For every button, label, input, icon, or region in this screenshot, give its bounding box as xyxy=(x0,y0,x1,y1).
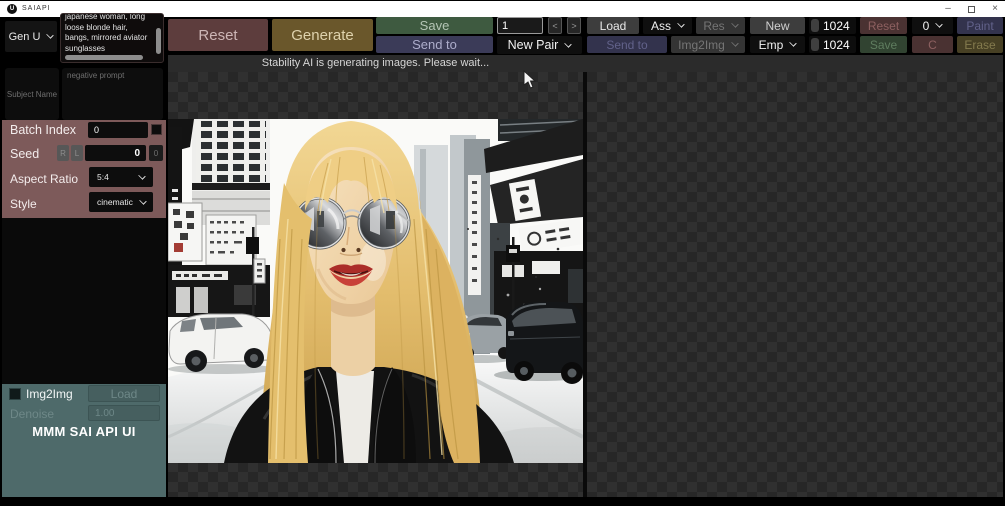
ass-label: Ass xyxy=(650,18,671,33)
seed-last-button[interactable]: L xyxy=(71,145,83,161)
load-button[interactable]: Load xyxy=(587,17,639,34)
new-button[interactable]: New xyxy=(750,17,805,34)
c-button[interactable]: C xyxy=(912,36,953,53)
send-to-2-button[interactable]: Send to xyxy=(587,36,667,53)
subject-name-placeholder: Subject Name xyxy=(6,89,58,99)
height-input[interactable]: 1024 xyxy=(809,36,856,53)
app-logo-icon: U xyxy=(7,4,17,14)
reset-2-button[interactable]: Reset xyxy=(860,17,907,34)
chevron-down-icon xyxy=(935,20,944,28)
gen-mode-label: Gen U xyxy=(8,30,41,43)
send-to-button[interactable]: Send to xyxy=(376,36,493,53)
new-pair-dropdown[interactable]: New Pair xyxy=(497,36,582,54)
style-dropdown[interactable]: cinematic xyxy=(89,192,153,212)
style-label: Style xyxy=(10,197,37,211)
width-input[interactable]: 1024 xyxy=(809,17,856,34)
close-button[interactable]: × xyxy=(985,1,1005,17)
status-message: Stability AI is generating images. Pleas… xyxy=(261,57,490,69)
settings-panel: Batch Index Seed R L 0 Aspect Ratio 5:4 … xyxy=(2,120,166,218)
batch-index-label: Batch Index xyxy=(10,123,77,137)
chevron-down-icon xyxy=(789,39,798,47)
chevron-down-icon xyxy=(677,20,685,28)
negative-prompt-input[interactable]: negative prompt xyxy=(62,68,163,120)
prev-image-button[interactable]: < xyxy=(548,17,562,34)
seed-aux-button[interactable]: 0 xyxy=(149,145,163,161)
canvas-right[interactable] xyxy=(587,72,1003,497)
aspect-ratio-dropdown[interactable]: 5:4 xyxy=(89,167,153,187)
batch-index-input[interactable] xyxy=(88,122,148,138)
img2img-load-button[interactable]: Load xyxy=(88,385,160,402)
seed-random-button[interactable]: R xyxy=(57,145,69,161)
emp-dropdown[interactable]: Emp xyxy=(750,36,805,53)
emp-label: Emp xyxy=(758,37,784,52)
zero-label: 0 xyxy=(922,18,930,33)
width-value: 1024 xyxy=(823,19,850,33)
gen-mode-dropdown[interactable]: Gen U xyxy=(5,21,57,52)
generate-button[interactable]: Generate xyxy=(272,19,373,51)
image-index-input[interactable] xyxy=(497,17,543,34)
aspect-ratio-value: 5:4 xyxy=(97,172,109,182)
new-pair-label: New Pair xyxy=(507,38,559,52)
img2img-label: Img2Img xyxy=(26,387,73,401)
img2img-panel: Img2Img Load Denoise MMM SAI API UI xyxy=(2,384,166,497)
mouse-cursor xyxy=(523,70,536,89)
res-dropdown[interactable]: Res xyxy=(696,17,745,34)
width-input-handle[interactable] xyxy=(811,19,819,32)
next-image-button[interactable]: > xyxy=(567,17,581,34)
denoise-input[interactable] xyxy=(88,405,160,421)
app-title: SAIAPI xyxy=(22,5,51,12)
img2img-checkbox[interactable] xyxy=(9,388,21,400)
res-label: Res xyxy=(703,18,725,33)
generated-image[interactable] xyxy=(128,119,618,475)
subject-name-input[interactable]: Subject Name xyxy=(5,68,59,120)
img2img-dd-label: Img2Img xyxy=(678,37,725,52)
denoise-label: Denoise xyxy=(10,407,55,421)
seed-input[interactable] xyxy=(85,145,146,161)
app-name-title: MMM SAI API UI xyxy=(32,424,136,439)
save-2-button[interactable]: Save xyxy=(860,36,907,53)
save-button[interactable]: Save xyxy=(376,17,493,34)
chevron-down-icon xyxy=(731,39,739,47)
chevron-down-icon xyxy=(564,39,573,48)
sidebar-spacer xyxy=(2,218,166,384)
prompt-hscrollbar[interactable] xyxy=(65,55,143,60)
chevron-down-icon xyxy=(46,31,55,39)
maximize-button[interactable] xyxy=(968,6,975,13)
erase-button[interactable]: Erase xyxy=(957,36,1003,53)
seed-label: Seed xyxy=(10,147,40,161)
style-value: cinematic xyxy=(97,197,133,207)
chevron-down-icon xyxy=(138,171,146,180)
ass-dropdown[interactable]: Ass xyxy=(643,17,692,34)
height-value: 1024 xyxy=(823,38,850,52)
height-input-handle[interactable] xyxy=(811,38,819,51)
img2img-dropdown[interactable]: Img2Img xyxy=(671,36,745,53)
negative-prompt-placeholder: negative prompt xyxy=(67,71,125,80)
status-bar: Stability AI is generating images. Pleas… xyxy=(168,55,1003,72)
prompt-text: japanese woman, long loose blonde hair, … xyxy=(65,13,148,53)
chevron-down-icon xyxy=(730,20,739,28)
generated-image-art xyxy=(128,119,618,475)
prompt-vscrollbar[interactable] xyxy=(156,28,161,54)
batch-index-checkbox[interactable] xyxy=(151,124,162,135)
minimize-button[interactable]: – xyxy=(938,1,958,17)
reset-button[interactable]: Reset xyxy=(168,19,268,51)
paint-button[interactable]: Paint xyxy=(957,17,1003,34)
chevron-down-icon xyxy=(139,196,147,205)
zero-dropdown[interactable]: 0 xyxy=(912,17,953,34)
prompt-input[interactable]: japanese woman, long loose blonde hair, … xyxy=(60,13,164,63)
aspect-ratio-label: Aspect Ratio xyxy=(10,172,79,186)
